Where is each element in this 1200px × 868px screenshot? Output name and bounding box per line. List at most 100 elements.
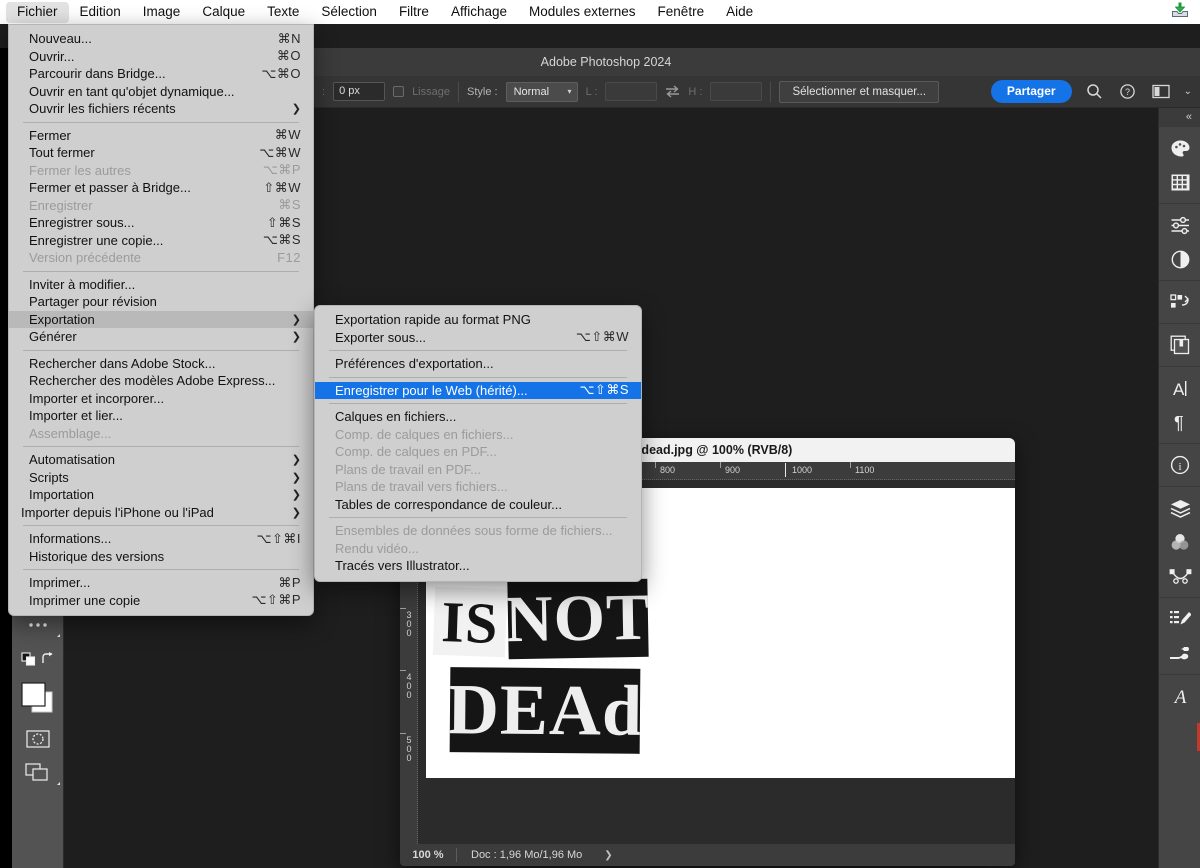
download-tray-icon[interactable] <box>1170 1 1190 24</box>
export-submenu-section-3: Enregistrer pour le Web (hérité)... ⌥⇧⌘S <box>315 381 641 399</box>
menu-item-label: Tracés vers Illustrator... <box>335 558 470 574</box>
menubar-item-calque[interactable]: Calque <box>191 2 256 23</box>
menu-item-inviter-a-modifier[interactable]: Inviter à modifier... <box>9 276 313 294</box>
menu-item-informations[interactable]: Informations... ⌥⇧⌘I <box>9 530 313 548</box>
quick-mask-mode-toggle[interactable] <box>12 722 64 756</box>
feather-input[interactable]: 0 px <box>333 82 386 101</box>
menubar-item-fichier[interactable]: Fichier <box>6 1 69 23</box>
menu-separator <box>329 350 627 351</box>
menu-item-enregistrer-pour-le-web[interactable]: Enregistrer pour le Web (hérité)... ⌥⇧⌘S <box>315 381 641 399</box>
style-select-value: Normal <box>513 85 550 98</box>
brushes-panel-icon[interactable] <box>1159 636 1200 670</box>
menu-item-exportation[interactable]: Exportation ❯ <box>9 310 313 328</box>
chevron-right-icon[interactable]: ❯ <box>582 850 612 861</box>
menu-item-importer-iphone-ipad[interactable]: Importer depuis l'iPhone ou l'iPad ❯ <box>9 504 313 522</box>
menu-item-fichiers-recents[interactable]: Ouvrir les fichiers récents ❯ <box>9 100 313 118</box>
swap-arrows-icon[interactable] <box>665 85 680 98</box>
menu-item-shortcut: F12 <box>277 250 301 266</box>
workspace-layout-icon[interactable] <box>1151 84 1170 99</box>
menu-item-ouvrir[interactable]: Ouvrir... ⌘O <box>9 48 313 66</box>
menu-item-exportation-rapide-png[interactable]: Exportation rapide au format PNG <box>315 311 641 329</box>
menu-item-tables-correspondance-couleur[interactable]: Tables de correspondance de couleur... <box>315 496 641 514</box>
default-colors-and-swap[interactable] <box>12 642 64 676</box>
menu-item-fermer-passer-bridge[interactable]: Fermer et passer à Bridge... ⇧⌘W <box>9 179 313 197</box>
svg-text:¶: ¶ <box>1174 413 1184 432</box>
color-panel-icon[interactable] <box>1159 131 1200 165</box>
menu-item-fermer[interactable]: Fermer ⌘W <box>9 127 313 145</box>
menubar-item-image[interactable]: Image <box>132 2 192 23</box>
menubar-item-edition[interactable]: Edition <box>69 2 132 23</box>
menu-item-calques-en-fichiers[interactable]: Calques en fichiers... <box>315 408 641 426</box>
menubar-item-aide[interactable]: Aide <box>715 2 764 23</box>
options-divider-2 <box>770 81 772 102</box>
menu-item-exporter-sous[interactable]: Exporter sous... ⌥⇧⌘W <box>315 329 641 347</box>
chevron-right-icon: ❯ <box>291 489 301 502</box>
photoshop-window: Fichier Edition Image Calque Texte Sélec… <box>0 0 1200 868</box>
paths-panel-icon[interactable] <box>1159 559 1200 593</box>
style-select[interactable]: Normal ▾ <box>505 81 578 102</box>
screen-mode-tool[interactable] <box>12 756 64 790</box>
menu-item-preferences-exportation[interactable]: Préférences d'exportation... <box>315 355 641 373</box>
brush-settings-panel-icon[interactable] <box>1159 602 1200 636</box>
menu-item-importer-lier[interactable]: Importer et lier... <box>9 407 313 425</box>
menu-item-ensembles-donnees-fichiers: Ensembles de données sous forme de fichi… <box>315 522 641 540</box>
menu-item-imprimer[interactable]: Imprimer... ⌘P <box>9 574 313 592</box>
libraries-panel-icon[interactable] <box>1159 328 1200 362</box>
help-circle-icon[interactable]: ? <box>1119 83 1136 100</box>
menu-item-rechercher-adobe-stock[interactable]: Rechercher dans Adobe Stock... <box>9 355 313 373</box>
adjustments-panel-icon[interactable] <box>1159 208 1200 242</box>
export-submenu-section-1: Exportation rapide au format PNG Exporte… <box>315 311 641 346</box>
rail-collapse-button[interactable]: « <box>1159 108 1200 126</box>
layers-panel-icon[interactable] <box>1159 491 1200 525</box>
menu-item-enregistrer-copie[interactable]: Enregistrer une copie... ⌥⌘S <box>9 232 313 250</box>
paragraph-panel-icon[interactable]: ¶ <box>1159 405 1200 439</box>
menu-item-shortcut: ⌘S <box>278 197 301 213</box>
menu-item-shortcut: ⌘O <box>276 48 301 64</box>
menu-item-ouvrir-objet-dynamique[interactable]: Ouvrir en tant qu'objet dynamique... <box>9 83 313 101</box>
menu-item-enregistrer-sous[interactable]: Enregistrer sous... ⇧⌘S <box>9 214 313 232</box>
menu-item-automatisation[interactable]: Automatisation ❯ <box>9 451 313 469</box>
search-icon[interactable] <box>1086 83 1103 100</box>
menu-item-scripts[interactable]: Scripts ❯ <box>9 469 313 487</box>
svg-text:A: A <box>1172 687 1186 706</box>
menu-item-partager-pour-revision[interactable]: Partager pour révision <box>9 293 313 311</box>
swatches-panel-icon[interactable] <box>1159 165 1200 199</box>
menubar-item-filtre[interactable]: Filtre <box>388 2 440 23</box>
character-panel-icon[interactable]: A <box>1159 371 1200 405</box>
foreground-background-color[interactable] <box>12 676 64 722</box>
menu-item-traces-vers-illustrator[interactable]: Tracés vers Illustrator... <box>315 557 641 575</box>
menu-item-shortcut: ⌥⇧⌘I <box>256 530 301 546</box>
file-menu-section-7: Imprimer... ⌘P Imprimer une copie ⌥⇧⌘P <box>9 574 313 609</box>
select-and-mask-button[interactable]: Sélectionner et masquer... <box>779 80 940 103</box>
channels-panel-icon[interactable] <box>1159 525 1200 559</box>
menubar-item-modules-externes[interactable]: Modules externes <box>518 2 647 23</box>
antialias-checkbox[interactable] <box>393 86 405 97</box>
actions-panel-icon[interactable] <box>1159 285 1200 319</box>
menu-item-importer-incorporer[interactable]: Importer et incorporer... <box>9 390 313 408</box>
menu-separator <box>329 376 627 378</box>
menu-item-nouveau[interactable]: Nouveau... ⌘N <box>9 30 313 48</box>
export-submenu-section-2: Préférences d'exportation... <box>315 355 641 373</box>
menubar-item-texte[interactable]: Texte <box>256 2 310 23</box>
glyphs-panel-icon[interactable]: A <box>1159 679 1200 713</box>
menubar-item-fenetre[interactable]: Fenêtre <box>647 2 716 23</box>
menu-separator <box>329 517 627 518</box>
menubar-item-selection[interactable]: Sélection <box>310 2 388 23</box>
chevron-down-icon[interactable]: ⌄ <box>1184 86 1192 97</box>
adjustment-layer-icon[interactable] <box>1159 242 1200 276</box>
menu-item-tout-fermer[interactable]: Tout fermer ⌥⌘W <box>9 144 313 162</box>
menu-item-historique-versions[interactable]: Historique des versions <box>9 548 313 566</box>
menu-item-generer[interactable]: Générer ❯ <box>9 328 313 346</box>
menu-item-shortcut: ⌘N <box>277 30 301 46</box>
menubar-item-affichage[interactable]: Affichage <box>440 2 518 23</box>
menu-item-parcourir-bridge[interactable]: Parcourir dans Bridge... ⌥⌘O <box>9 65 313 83</box>
info-panel-icon[interactable]: i <box>1159 448 1200 482</box>
share-button[interactable]: Partager <box>990 80 1072 103</box>
width-input[interactable] <box>605 82 658 101</box>
menu-item-imprimer-copie[interactable]: Imprimer une copie ⌥⇧⌘P <box>9 592 313 610</box>
menu-item-shortcut: ⌘W <box>274 127 301 143</box>
menu-item-rechercher-modeles-express[interactable]: Rechercher des modèles Adobe Express... <box>9 372 313 390</box>
height-input[interactable] <box>710 82 763 101</box>
zoom-level[interactable]: 100 % <box>400 849 456 861</box>
menu-item-importation[interactable]: Importation ❯ <box>9 486 313 504</box>
